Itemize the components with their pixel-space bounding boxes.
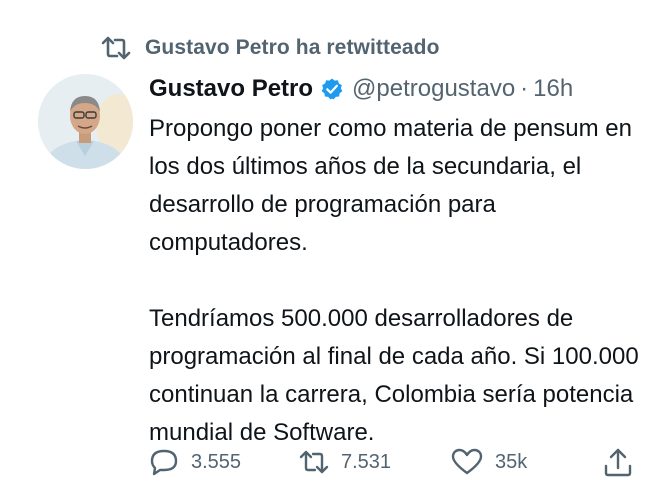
tweet-actions: 3.555 7.531 35k [149,446,649,478]
tweet-text-line: computadores. [149,229,308,256]
tweet-text-blank-line [149,262,650,300]
verified-badge-icon [320,77,344,101]
reply-button[interactable]: 3.555 [149,446,241,478]
tweet-header: Gustavo Petro @petrogustavo · 16h [149,70,650,108]
heart-icon [451,448,483,476]
tweet-text-line: programación al final de cada año. Si 10… [149,343,639,370]
reply-icon [149,448,179,476]
tweet-timestamp[interactable]: 16h [533,75,573,103]
share-icon [603,447,633,477]
retweet-notice: Gustavo Petro ha retwitteado [101,34,440,62]
tweet: Gustavo Petro @petrogustavo · 16h Propon… [149,70,650,452]
retweet-notice-label[interactable]: Gustavo Petro ha retwitteado [145,36,440,60]
retweet-count: 7.531 [341,450,392,473]
retweet-button[interactable]: 7.531 [299,446,391,478]
separator-dot: · [520,75,529,102]
avatar-photo [38,74,133,169]
tweet-text: Propongo poner como materia de pensum en… [149,110,650,452]
retweet-icon [299,449,329,475]
like-button[interactable]: 35k [451,446,527,478]
like-count: 35k [495,450,528,473]
share-button[interactable] [603,446,633,478]
avatar[interactable] [38,74,133,169]
tweet-text-line: desarrollo de programación para [149,191,496,218]
tweet-text-line: Tendríamos 500.000 desarrolladores de [149,305,574,332]
tweet-text-line: los dos últimos años de la secundaria, e… [149,153,582,180]
author-handle[interactable]: @petrogustavo [352,75,515,103]
tweet-text-line: continuan la carrera, Colombia sería pot… [149,381,634,408]
retweet-icon [101,36,131,60]
reply-count: 3.555 [191,450,242,473]
author-name[interactable]: Gustavo Petro [149,75,313,103]
tweet-text-line: Propongo poner como materia de pensum en [149,115,632,142]
